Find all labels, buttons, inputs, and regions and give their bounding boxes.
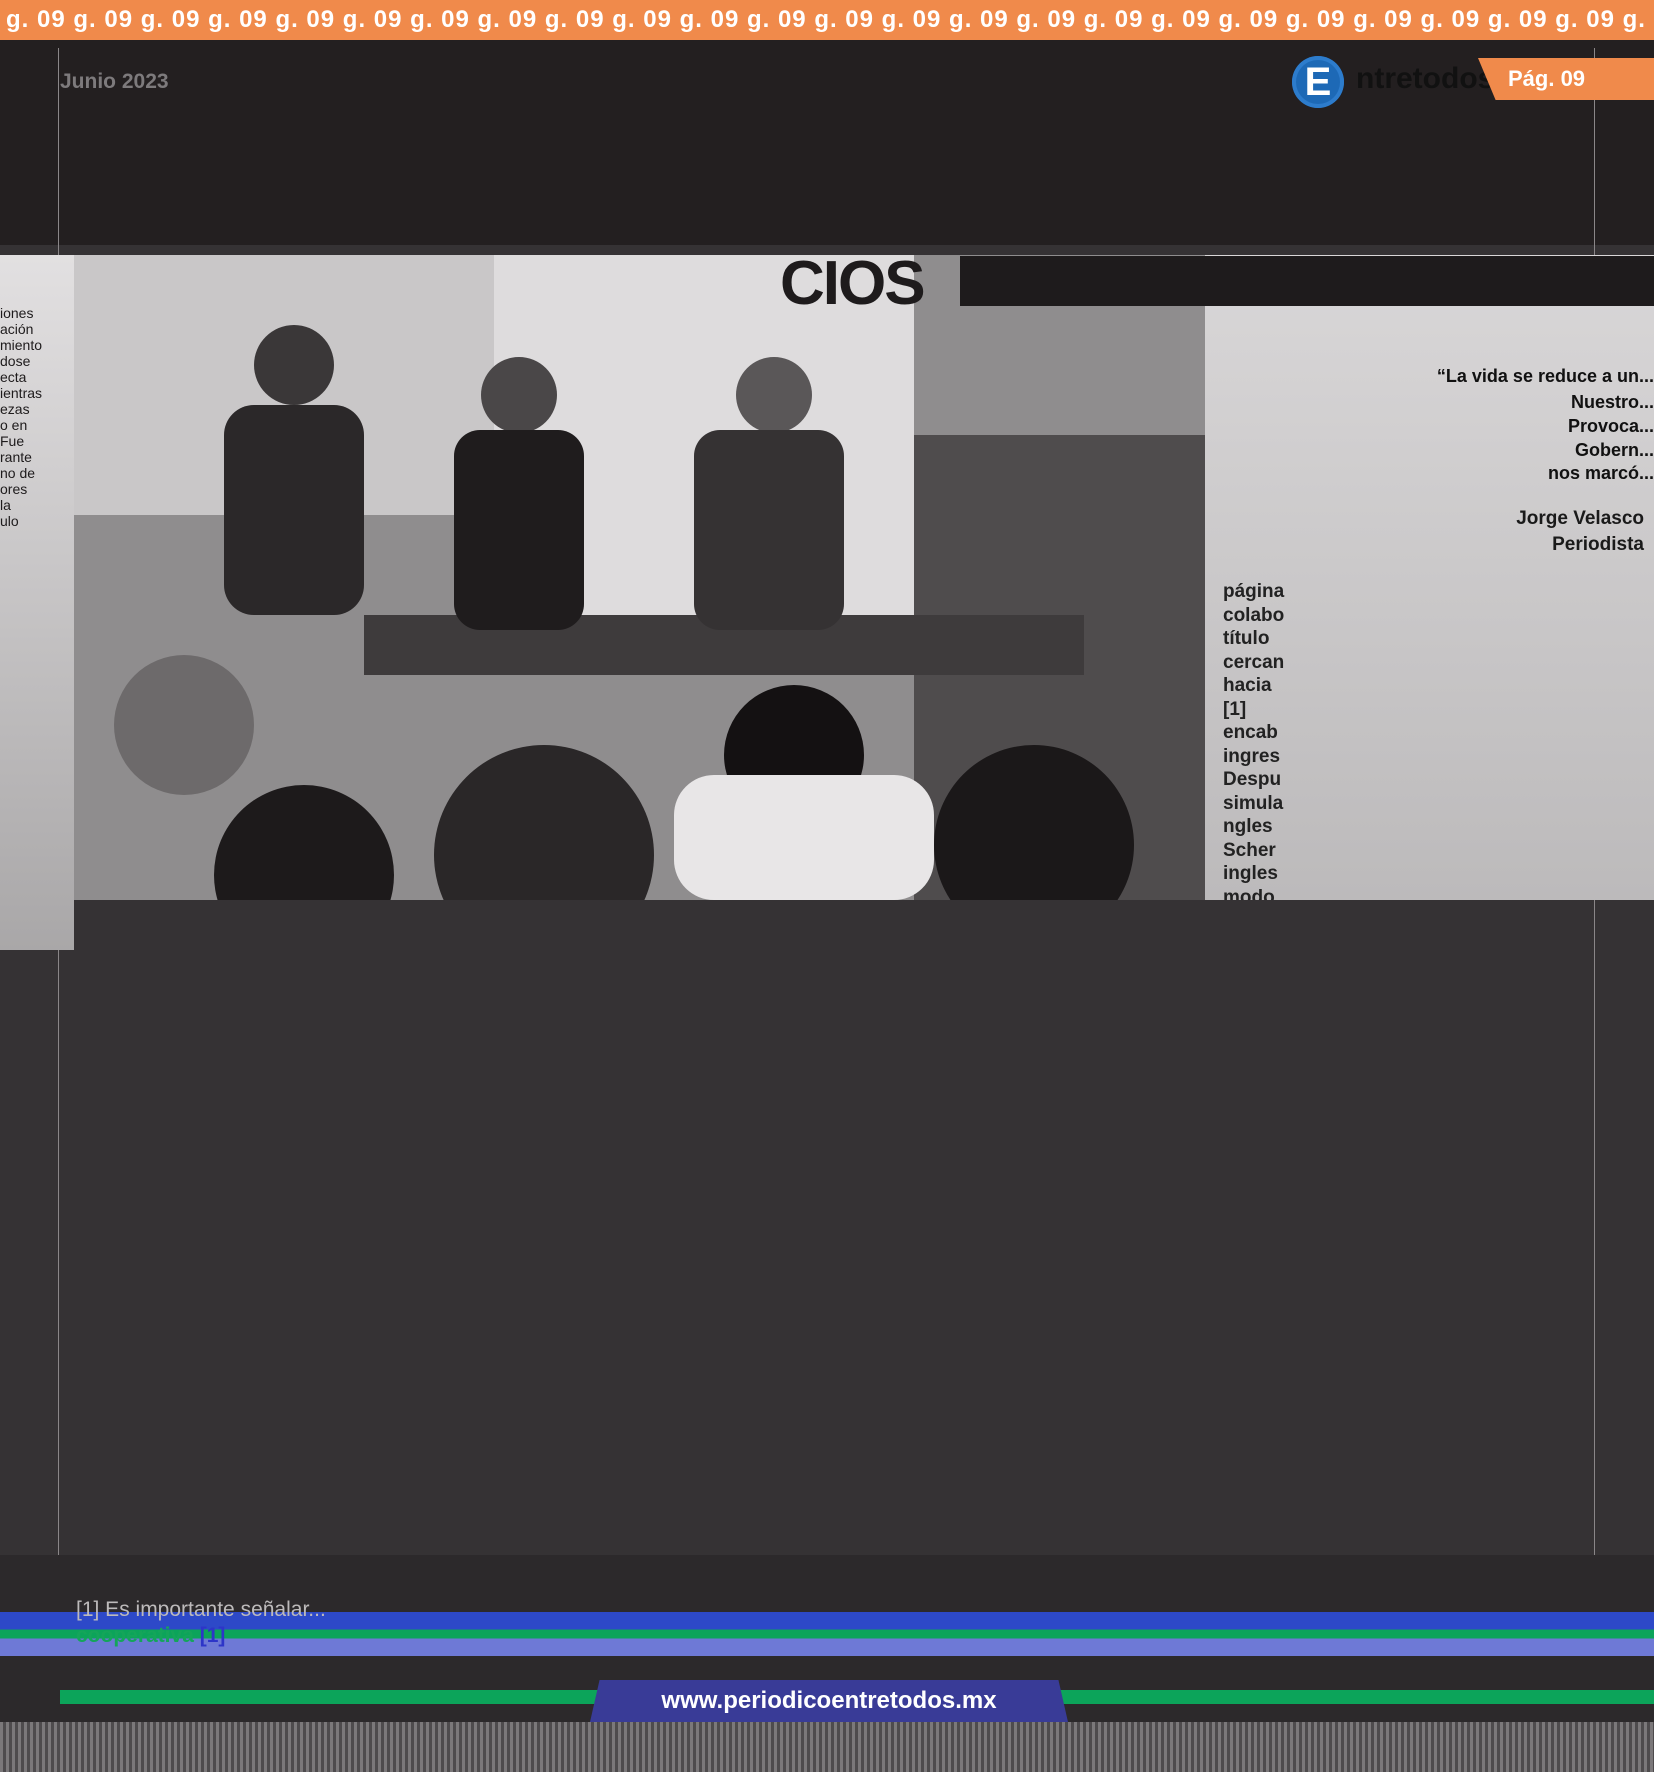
footnote-ref-mark[interactable]: [1] bbox=[200, 1624, 226, 1647]
left-line: iones bbox=[0, 305, 34, 321]
issue-date: Junio 2023 bbox=[60, 70, 169, 93]
body-line: [1] bbox=[1223, 698, 1247, 720]
left-line: ezas bbox=[0, 401, 30, 417]
quote-line: nos marcó... bbox=[1547, 463, 1654, 483]
footnote-coop-word: cooperativa bbox=[76, 1624, 194, 1647]
left-line: ulo bbox=[0, 513, 19, 529]
body-line: cercan bbox=[1223, 651, 1285, 673]
left-line: dose bbox=[0, 353, 31, 369]
body-line: página bbox=[1223, 581, 1285, 602]
footer-url[interactable]: www.periodicoentretodos.mx bbox=[661, 1687, 996, 1715]
masthead-name: ntretodos bbox=[1356, 62, 1495, 95]
body-line: simula bbox=[1223, 792, 1284, 814]
body-line: Scher bbox=[1223, 839, 1276, 861]
article-headline: CIOS bbox=[780, 249, 926, 306]
body-line: hacia bbox=[1223, 675, 1272, 696]
body-line: ingres bbox=[1223, 745, 1281, 767]
quote-line: Gobern... bbox=[1574, 440, 1654, 460]
left-line: la bbox=[0, 497, 11, 513]
page-number-strip: g. 09 g. 09 g. 09 g. 09 g. 09 g. 09 g. 0… bbox=[0, 0, 1654, 40]
author-role: Periodista bbox=[1552, 534, 1644, 555]
quote-line: Nuestro... bbox=[1570, 392, 1654, 412]
left-line: ores bbox=[0, 481, 28, 497]
body-line: título bbox=[1223, 628, 1270, 649]
page-number-tag: Pág. 09 bbox=[1478, 58, 1654, 100]
body-line: colabo bbox=[1223, 604, 1285, 626]
page-number-strip-text: g. 09 g. 09 g. 09 g. 09 g. 09 g. 09 g. 0… bbox=[6, 6, 1654, 33]
left-line: Fue bbox=[0, 433, 25, 449]
article-body: página colabo título cercan hacia [1] en… bbox=[1223, 580, 1654, 900]
left-line: o en bbox=[0, 417, 28, 433]
footer-url-badge: www.periodicoentretodos.mx bbox=[590, 1680, 1068, 1722]
left-line: miento bbox=[0, 337, 43, 353]
body-line: encab bbox=[1223, 722, 1278, 743]
article-photo bbox=[74, 255, 1205, 900]
masthead-logo: E bbox=[1292, 56, 1344, 108]
quote-line: “La vida se reduce a un... bbox=[1436, 366, 1654, 386]
footnote-line: [1] Es importante señalar... bbox=[76, 1598, 326, 1621]
left-line: rante bbox=[0, 449, 32, 465]
left-column-text: iones ación miento dose ecta ientras eza… bbox=[0, 255, 74, 950]
quote-line: Provoca... bbox=[1567, 416, 1654, 436]
left-line: ecta bbox=[0, 369, 27, 385]
photo-illustration bbox=[74, 255, 1205, 900]
left-line: ientras bbox=[0, 385, 43, 401]
body-line: modo bbox=[1223, 886, 1275, 901]
bottom-margin bbox=[0, 1722, 1654, 1772]
footnote-cooperativa: cooperativa [1] bbox=[76, 1624, 225, 1648]
body-line: ingles bbox=[1223, 863, 1278, 884]
left-line: no de bbox=[0, 465, 36, 481]
author-name: Jorge Velasco bbox=[1516, 508, 1644, 529]
left-line: ación bbox=[0, 321, 34, 337]
body-line: ngles bbox=[1223, 816, 1273, 837]
body-line: Despu bbox=[1223, 769, 1282, 790]
